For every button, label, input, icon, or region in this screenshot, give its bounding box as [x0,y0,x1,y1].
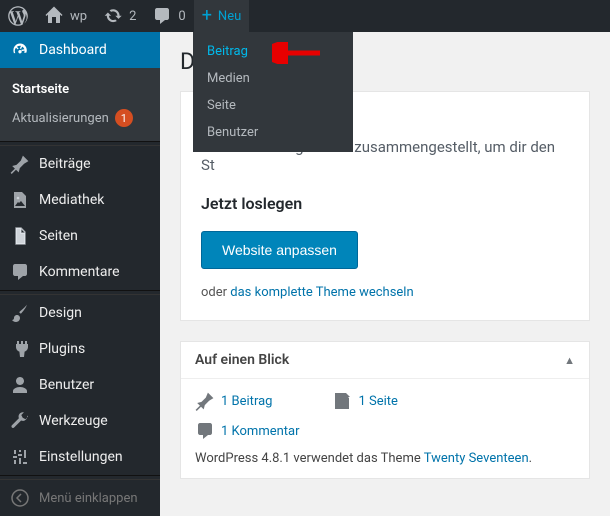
plugin-icon [10,339,30,359]
collapse-menu[interactable]: Menü einklappen [0,480,160,516]
menu-comments[interactable]: Kommentare [0,254,160,290]
update-icon [103,6,123,26]
menu-pages-label: Seiten [39,228,78,244]
toggle-icon: ▲ [564,354,575,367]
glance-posts[interactable]: 1 Beitrag [195,391,272,411]
menu-media-label: Mediathek [39,192,104,208]
submenu-updates[interactable]: Aktualisierungen 1 [0,103,160,133]
pin-icon [10,154,30,174]
menu-dashboard[interactable]: Dashboard [0,32,160,68]
media-icon [10,190,30,210]
menu-posts[interactable]: Beiträge [0,146,160,182]
menu-tools-label: Werkzeuge [39,413,108,429]
menu-plugins[interactable]: Plugins [0,331,160,367]
comment-icon [195,421,215,441]
annotation-arrow [272,42,322,64]
menu-appearance-label: Design [39,305,82,321]
comment-icon [152,6,172,26]
menu-tools[interactable]: Werkzeuge [0,403,160,439]
updates-link[interactable]: 2 [95,0,144,32]
glance-pages-label: 1 Seite [358,394,397,409]
comments-count: 0 [178,9,185,24]
admin-bar: wp 2 0 + Neu [0,0,610,32]
new-content[interactable]: + Neu [194,0,250,32]
sliders-icon [10,447,30,467]
brush-icon [10,303,30,323]
site-name: wp [70,9,87,24]
dropdown-item-user[interactable]: Benutzer [193,119,353,146]
menu-appearance[interactable]: Design [0,295,160,331]
menu-plugins-label: Plugins [39,341,85,357]
comments-icon [10,262,30,282]
menu-users[interactable]: Benutzer [0,367,160,403]
admin-sidebar: Dashboard Startseite Aktualisierungen 1 … [0,32,160,516]
collapse-label: Menü einklappen [39,491,138,506]
at-a-glance-title: Auf einen Blick [195,352,289,368]
menu-pages[interactable]: Seiten [0,218,160,254]
wp-logo[interactable] [0,0,36,32]
at-a-glance-box: Auf einen Blick ▲ 1 Beitrag 1 Seite [180,341,590,479]
page-icon [10,226,30,246]
glance-pages[interactable]: 1 Seite [332,391,397,411]
menu-media[interactable]: Mediathek [0,182,160,218]
at-a-glance-header[interactable]: Auf einen Blick ▲ [181,342,589,379]
at-a-glance-body: 1 Beitrag 1 Seite 1 Kommentar WordPress … [181,379,589,478]
pages-icon [332,391,352,411]
menu-settings-label: Einstellungen [39,449,123,465]
customize-button[interactable]: Website anpassen [201,231,358,269]
glance-comments-label: 1 Kommentar [221,424,300,439]
glance-posts-label: 1 Beitrag [221,394,272,409]
updates-badge: 1 [115,109,133,127]
submenu-home[interactable]: Startseite [0,76,160,103]
wordpress-icon [8,6,28,26]
dashboard-submenu: Startseite Aktualisierungen 1 [0,68,160,141]
theme-link[interactable]: Twenty Seventeen [424,451,529,466]
dashboard-icon [10,40,30,60]
menu-comments-label: Kommentare [39,264,120,280]
updates-count: 2 [129,9,136,24]
submenu-updates-label: Aktualisierungen [12,111,109,126]
new-label: Neu [218,9,241,24]
dropdown-item-page[interactable]: Seite [193,92,353,119]
dropdown-item-media[interactable]: Medien [193,65,353,92]
version-line: WordPress 4.8.1 verwendet das Theme Twen… [195,451,575,466]
site-link[interactable]: wp [36,0,95,32]
menu-users-label: Benutzer [39,377,94,393]
welcome-alt: oder das komplette Theme wechseln [201,285,569,300]
pin-icon [195,391,215,411]
wrench-icon [10,411,30,431]
menu-posts-label: Beiträge [39,156,91,172]
menu-dashboard-label: Dashboard [39,42,107,58]
user-icon [10,375,30,395]
glance-comments[interactable]: 1 Kommentar [195,421,300,441]
collapse-icon [10,488,30,508]
home-icon [44,6,64,26]
menu-settings[interactable]: Einstellungen [0,439,160,475]
change-theme-link[interactable]: das komplette Theme wechseln [230,285,413,300]
plus-icon: + [202,7,212,25]
welcome-get-started: Jetzt loslegen [201,194,569,213]
comments-link[interactable]: 0 [144,0,193,32]
